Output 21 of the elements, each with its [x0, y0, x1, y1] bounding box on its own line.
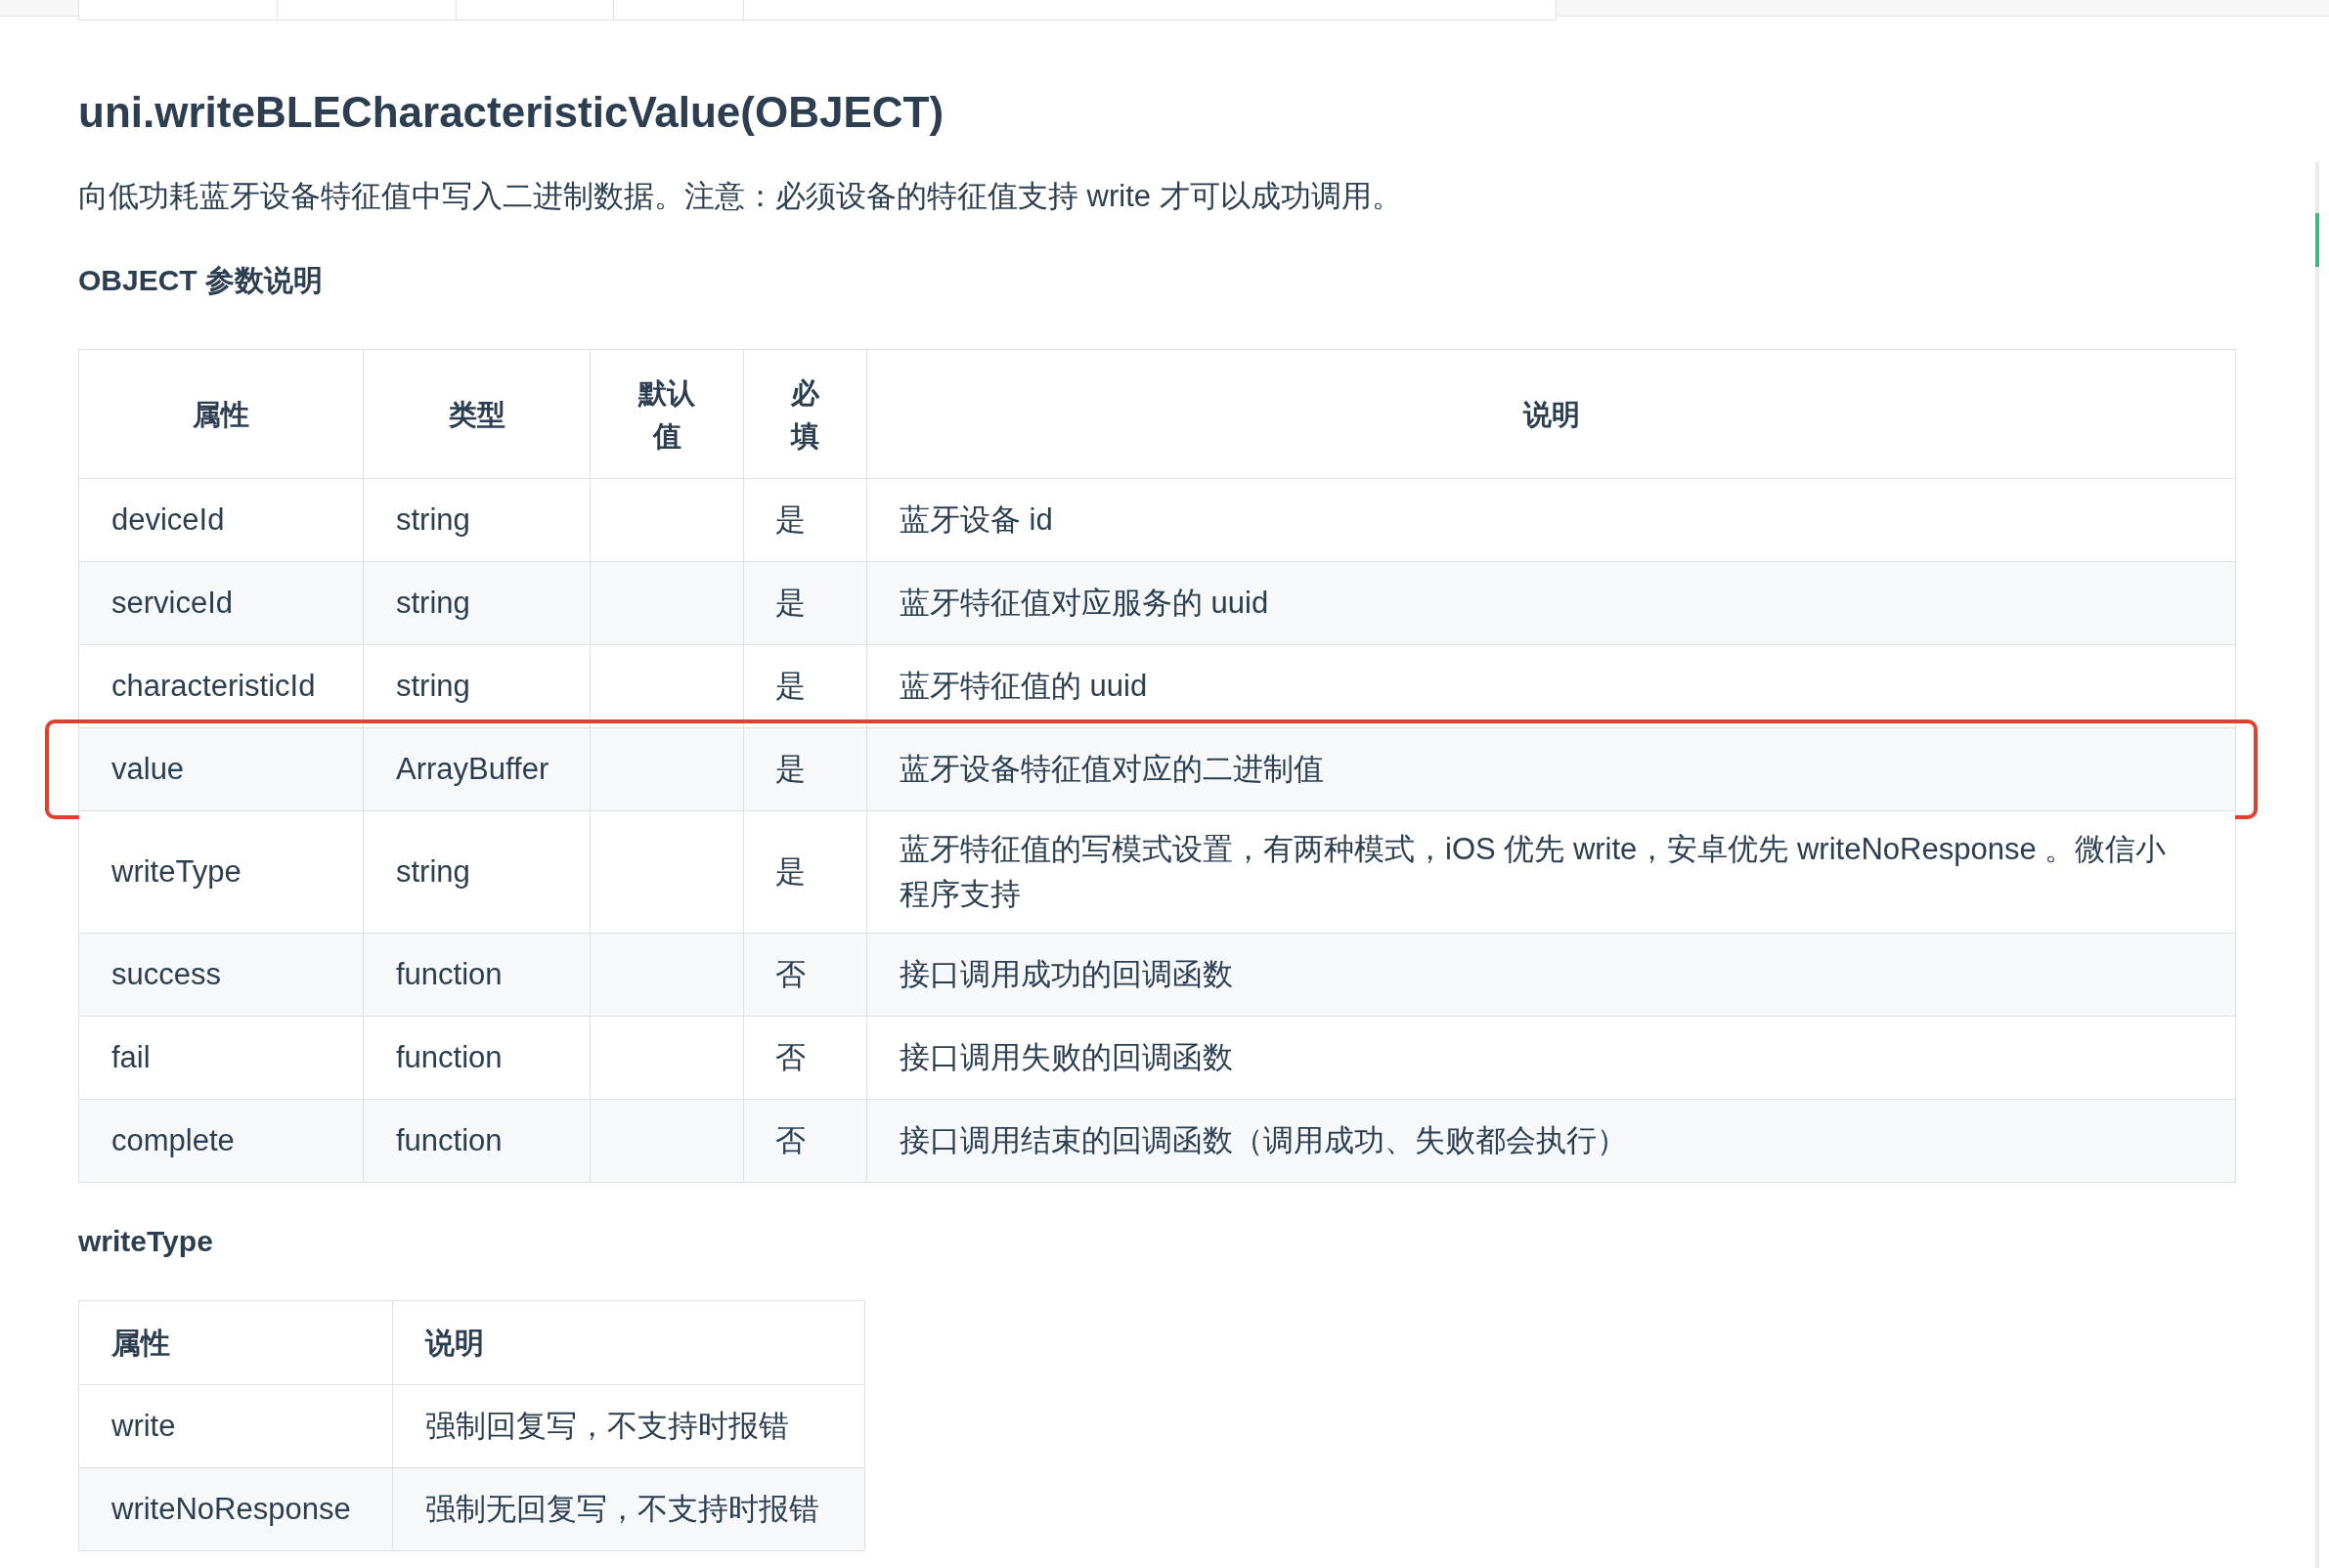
table-cell-text: 强制回复写，不支持时报错 [424, 1407, 790, 1445]
table-cell-text: 蓝牙设备 id [899, 501, 1054, 539]
table-cell-text: 接口调用结束的回调函数（调用成功、失败都会执行） [899, 1122, 1628, 1159]
intro-text: 向低功耗蓝牙设备特征值中写入二进制数据。注意：必须设备的特征值支持 write 才可以成功调用。 [78, 178, 1402, 215]
table-cell-text: 接口调用成功的回调函数 [899, 956, 1234, 993]
table-cell: function [364, 1100, 591, 1182]
table-cell-text: 蓝牙特征值的 uuid [899, 668, 1149, 705]
section-heading: writeType [78, 1224, 213, 1259]
table-cell-text: 蓝牙设备特征值对应的二进制值 [899, 751, 1325, 788]
column-header: 说明 [1521, 397, 1581, 432]
table-cell: writeNoResponse [79, 1468, 393, 1550]
table-cell-text: 接口调用失败的回调函数 [899, 1039, 1234, 1076]
scroll-indicator [2315, 213, 2319, 267]
table-cell-text: 蓝牙特征值的写模式设置，有两种模式，iOS 优先 write，安卓优先 writeNoResponse 。微信小程序支持 [899, 831, 2168, 913]
column-header: 说明 [423, 1326, 485, 1361]
table-cell: complete [79, 1100, 364, 1182]
page-title: uni.writeBLECharacteristicValue(OBJECT) [78, 87, 945, 138]
section-heading: OBJECT 参数说明 [78, 263, 324, 298]
table-cell-text: 蓝牙特征值对应服务的 uuid [899, 585, 1270, 622]
table-cell: 否 [744, 1100, 867, 1182]
table-cell-text: 强制无回复写，不支持时报错 [424, 1490, 820, 1528]
